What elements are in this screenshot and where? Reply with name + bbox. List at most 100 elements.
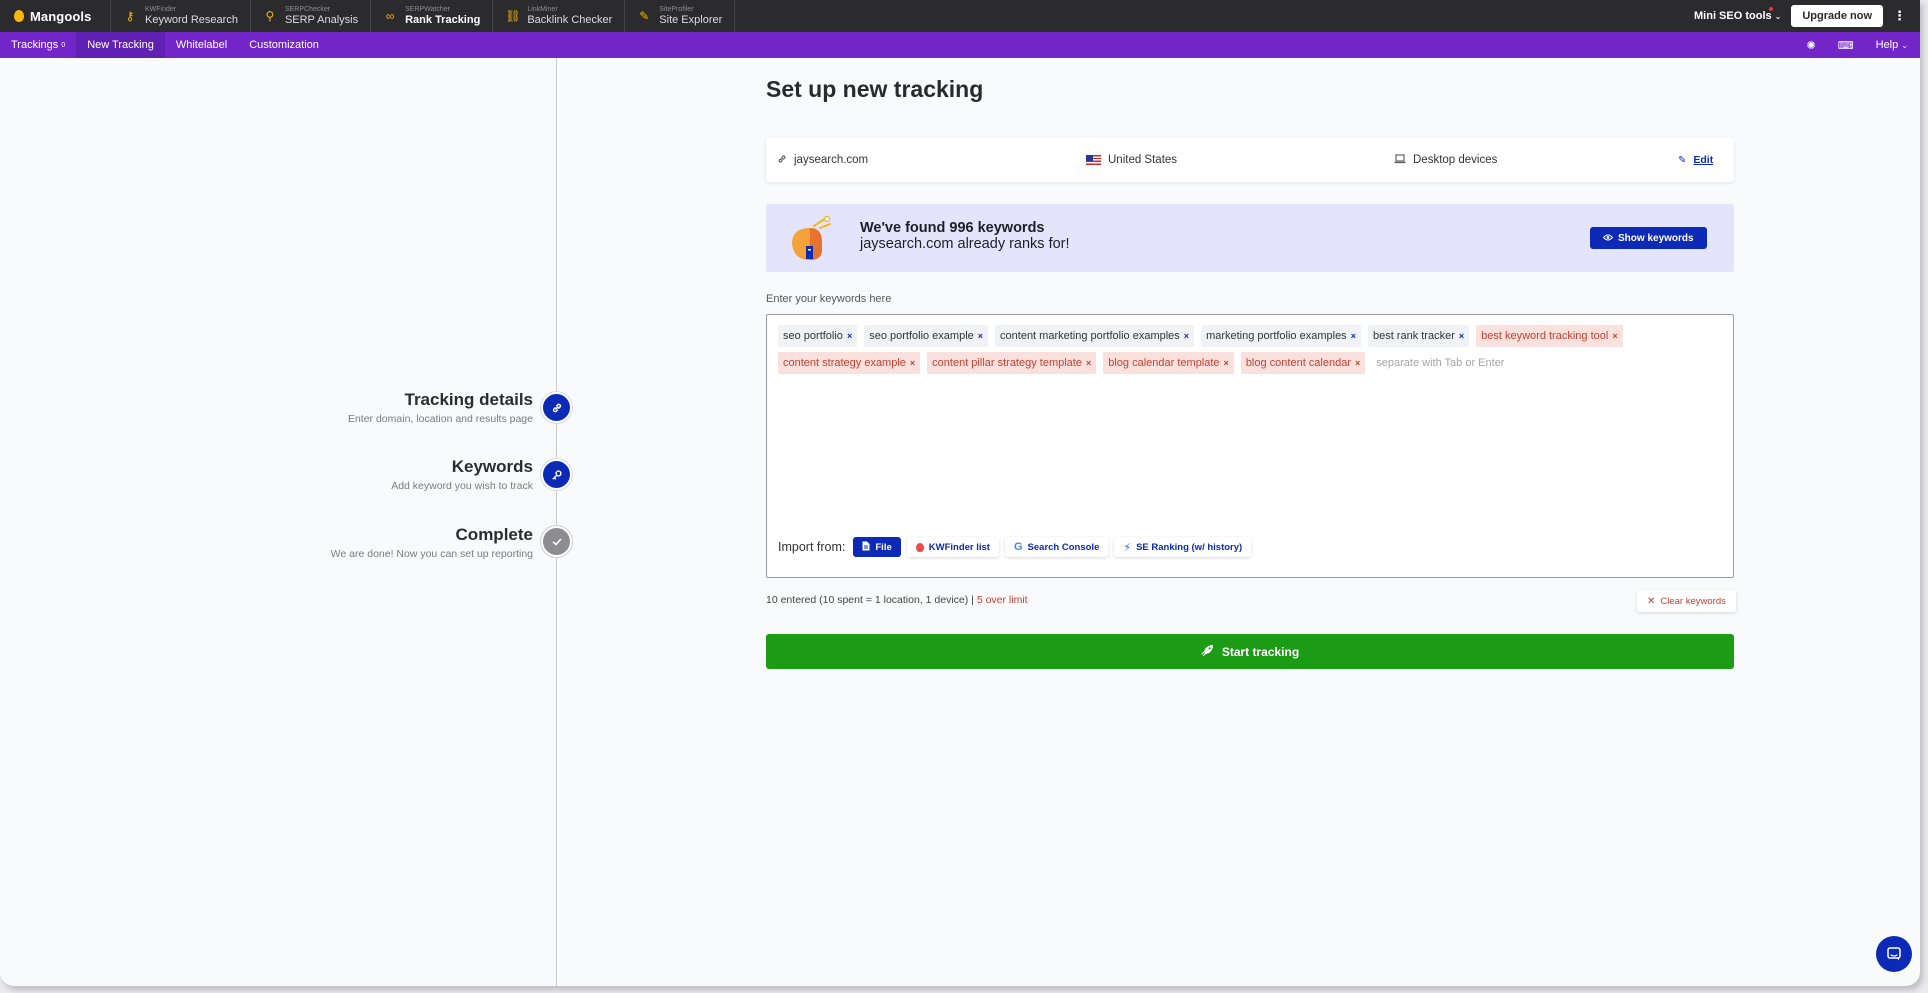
more-menu-icon[interactable]: ⋮ (1893, 8, 1906, 24)
google-icon: G (1013, 541, 1023, 553)
top-bar: Mangools ⚷ KWFinder Keyword Research ⚲ S… (0, 0, 1920, 32)
keyword-tag-text: content marketing portfolio examples (1000, 330, 1180, 342)
app-kwfinder-label: Keyword Research (145, 14, 238, 26)
start-tracking-button[interactable]: Start tracking (766, 634, 1734, 669)
remove-tag-icon[interactable]: × (847, 331, 852, 341)
app-siteprofiler-name: SiteProfiler (659, 6, 694, 13)
notification-dot (1769, 7, 1774, 11)
keyword-tags: seo portfolio × seo portfolio example × co… (778, 325, 1718, 374)
keyword-tag-over-limit: blog calendar template × (1103, 352, 1234, 374)
help-menu[interactable]: Help ⌄ (1876, 39, 1908, 51)
import-search-console-button[interactable]: G Search Console (1004, 537, 1109, 557)
remove-tag-icon[interactable]: × (1355, 358, 1360, 368)
app-kwfinder-name: KWFinder (145, 6, 177, 13)
import-kwfinder-button[interactable]: KWFinder list (906, 537, 999, 557)
app-serpwatcher[interactable]: ∞ SERPWatcher Rank Tracking (371, 0, 494, 32)
key-icon[interactable] (541, 459, 572, 490)
eye-icon (1602, 233, 1614, 244)
keywords-status: 10 entered (10 spent = 1 location, 1 dev… (766, 594, 1028, 606)
app-switcher: ⚷ KWFinder Keyword Research ⚲ SERPChecke… (110, 0, 736, 32)
chat-support-icon[interactable] (1876, 936, 1912, 972)
import-kwfinder-label: KWFinder list (928, 541, 990, 553)
banner-line-1: We've found 996 keywords (860, 220, 1045, 236)
remove-tag-icon[interactable]: × (1612, 331, 1617, 341)
tab-customization[interactable]: Customization (238, 32, 330, 58)
banner-line-2: jaysearch.com already ranks for! (860, 235, 1070, 252)
edit-icon: ✎ (1678, 154, 1687, 166)
mini-seo-tools-menu[interactable]: Mini SEO tools ⌄ (1694, 7, 1781, 22)
device-value: Desktop devices (1413, 154, 1498, 166)
keyword-tag: marketing portfolio examples × (1201, 325, 1361, 347)
remove-tag-icon[interactable]: × (1351, 331, 1356, 341)
tab-whitelabel[interactable]: Whitelabel (165, 32, 238, 58)
app-serpchecker-label: SERP Analysis (284, 14, 359, 26)
keyword-tag-over-limit: best keyword tracking tool × (1476, 325, 1623, 347)
app-siteprofiler-label: Site Explorer (659, 14, 723, 26)
keyword-tag-over-limit: blog content calendar × (1240, 352, 1366, 374)
steps-timeline-line (556, 58, 557, 986)
keyword-tag-text: best keyword tracking tool (1481, 330, 1609, 342)
magnet-illustration-icon (792, 215, 831, 260)
import-file-label: File (875, 541, 892, 553)
edit-label: Edit (1693, 154, 1714, 166)
device-info: Desktop devices (1394, 138, 1497, 182)
link-icon: ⛓ (505, 9, 521, 23)
keyword-tag-text: blog calendar template (1108, 357, 1220, 369)
chevron-down-icon: ⌄ (1901, 41, 1908, 50)
keyboard-icon[interactable]: ⌨ (1838, 39, 1854, 52)
kwfinder-icon (915, 542, 924, 552)
keyword-tag: best rank tracker × (1367, 325, 1470, 347)
page-title: Set up new tracking (766, 76, 984, 102)
step-title: Keywords (451, 457, 533, 476)
step-subtitle: Add keyword you wish to track (391, 480, 533, 492)
keyword-tag-text: seo portfolio (783, 330, 843, 342)
mini-seo-tools-label: Mini SEO tools (1694, 10, 1772, 22)
import-file-button[interactable]: File (853, 537, 901, 557)
remove-tag-icon[interactable]: × (978, 331, 983, 341)
app-linkminer-name: LinkMiner (527, 6, 558, 13)
keyword-tag: seo portfolio example × (864, 325, 989, 347)
step-keywords[interactable]: Keywords Add keyword you wish to track (391, 457, 533, 492)
app-linkminer[interactable]: ⛓ LinkMiner Backlink Checker (493, 0, 626, 32)
app-serpchecker[interactable]: ⚲ SERPChecker SERP Analysis (251, 0, 372, 32)
app-serpwatcher-label: Rank Tracking (405, 14, 481, 26)
keyword-tag-over-limit: content strategy example × (778, 352, 921, 374)
step-tracking-details[interactable]: Tracking details Enter domain, location … (348, 390, 533, 425)
app-serpwatcher-name: SERPWatcher (405, 6, 450, 13)
remove-tag-icon[interactable]: × (1184, 331, 1189, 341)
check-icon[interactable] (541, 526, 572, 557)
upgrade-now-button[interactable]: Upgrade now (1791, 5, 1883, 27)
tracking-summary-card: jaysearch.com United States Desktop devi… (766, 138, 1734, 182)
clear-keywords-button[interactable]: ✕ Clear keywords (1637, 590, 1736, 612)
keywords-input-box[interactable]: seo portfolio × seo portfolio example × co… (766, 314, 1734, 578)
keyword-tag-text: content pillar strategy template (932, 357, 1082, 369)
show-keywords-label: Show keywords (1618, 232, 1694, 244)
tab-new-tracking[interactable]: New Tracking (76, 32, 165, 58)
start-tracking-label: Start tracking (1221, 644, 1300, 659)
show-keywords-button[interactable]: Show keywords (1590, 227, 1707, 249)
keyword-tag-text: blog content calendar (1245, 357, 1351, 369)
import-se-ranking-label: SE Ranking (w/ history) (1136, 541, 1243, 553)
link-icon[interactable] (541, 392, 572, 423)
app-siteprofiler[interactable]: ✎ SiteProfiler Site Explorer (625, 0, 736, 32)
tab-trackings-label: Trackings (11, 39, 59, 51)
mangools-logo[interactable]: Mangools (0, 9, 110, 24)
import-se-ranking-button[interactable]: ⚡ SE Ranking (w/ history) (1114, 537, 1252, 557)
step-title: Complete (455, 525, 533, 544)
step-complete[interactable]: Complete We are done! Now you can set up… (331, 525, 533, 560)
help-label: Help (1875, 39, 1899, 51)
keyword-tag: seo portfolio × (778, 325, 858, 347)
edit-link[interactable]: ✎ Edit (1678, 138, 1713, 182)
remove-tag-icon[interactable]: × (910, 358, 915, 368)
settings-gear-icon[interactable]: ✺ (1807, 39, 1816, 52)
remove-tag-icon[interactable]: × (1459, 331, 1464, 341)
remove-tag-icon[interactable]: × (1224, 358, 1229, 368)
import-label: Import from: (778, 540, 846, 554)
remove-tag-icon[interactable]: × (1086, 358, 1091, 368)
app-kwfinder[interactable]: ⚷ KWFinder Keyword Research (110, 0, 251, 32)
sub-navigation: Trackings 0 New Tracking Whitelabel Custo… (0, 32, 1920, 58)
mangools-logo-icon (14, 10, 24, 22)
trackings-count-badge: 0 (61, 41, 66, 49)
tab-trackings[interactable]: Trackings 0 (0, 32, 76, 58)
keyword-input-placeholder[interactable]: separate with Tab or Enter (1372, 352, 1504, 374)
